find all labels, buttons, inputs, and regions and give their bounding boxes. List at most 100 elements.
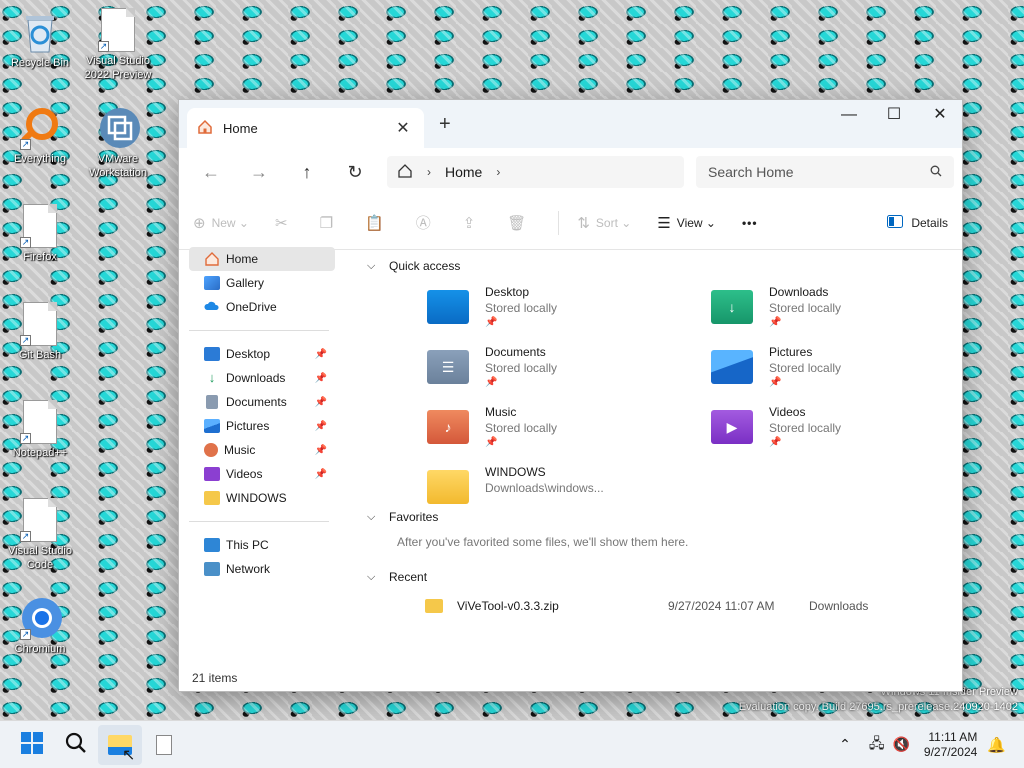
watermark-line2: Evaluation copy. Build 27695.rs_prerelea…: [738, 701, 1018, 713]
quick-access-item-documents[interactable]: ☰ Documents Stored locally 📌: [427, 344, 667, 400]
document-file-icon: ↗: [20, 302, 60, 346]
up-button[interactable]: ↑: [283, 162, 331, 183]
item-subtitle: Stored locally: [485, 361, 558, 375]
volume-muted-icon[interactable]: 🔇: [892, 736, 909, 753]
chevron-down-icon: ⌵: [367, 259, 376, 272]
new-tab-button[interactable]: +: [439, 113, 451, 136]
recent-file-row[interactable]: ViVeTool-v0.3.3.zip 9/27/2024 11:07 AM D…: [367, 593, 962, 619]
desktop-icon-label: Visual Studio 2022 Preview: [84, 55, 152, 81]
close-tab-icon[interactable]: ✕: [392, 118, 414, 138]
more-options-button[interactable]: •••: [742, 216, 758, 230]
pin-icon: 📌: [314, 420, 327, 432]
view-button[interactable]: ☰ View ⌄: [657, 214, 716, 232]
chevron-up-icon[interactable]: ⌃: [839, 736, 851, 753]
quick-access-item-pictures[interactable]: Pictures Stored locally 📌: [711, 344, 951, 400]
new-button[interactable]: ⊕ New ⌄: [193, 214, 249, 232]
maximize-button[interactable]: ☐: [871, 100, 917, 132]
document-file-icon: ↗: [98, 8, 138, 52]
chromium-icon: ↗: [20, 596, 62, 640]
breadcrumb-separator[interactable]: ›: [496, 165, 500, 179]
quick-access-item-desktop[interactable]: Desktop Stored locally 📌: [427, 284, 667, 340]
sidebar-item-gallery[interactable]: Gallery: [179, 271, 335, 295]
recent-header[interactable]: ⌵ Recent: [367, 565, 962, 589]
rename-button[interactable]: Ⓐ: [416, 212, 437, 233]
sidebar-item-network[interactable]: Network: [179, 557, 335, 581]
sidebar-item-videos[interactable]: Videos 📌: [179, 462, 335, 486]
sidebar-item-music[interactable]: Music 📌: [179, 438, 335, 462]
details-pane-button[interactable]: Details: [887, 214, 948, 231]
paste-button[interactable]: 📋: [365, 214, 390, 232]
search-input[interactable]: Search Home: [708, 164, 930, 180]
close-window-button[interactable]: ✕: [917, 100, 962, 132]
forward-button[interactable]: →: [235, 162, 283, 183]
sidebar-item-label: Documents: [226, 395, 287, 409]
content-pane: ⌵ Quick access Desktop Stored locally 📌 ↓ …: [339, 242, 962, 667]
address-bar[interactable]: › Home ›: [387, 156, 684, 188]
videos-folder-icon: ▶: [711, 410, 753, 444]
start-button[interactable]: [10, 725, 54, 765]
search-box[interactable]: Search Home: [696, 156, 954, 188]
desktop-icon-visual-studio-preview[interactable]: ↗ Visual Studio 2022 Preview: [78, 8, 158, 82]
quick-access-item-music[interactable]: ♪ Music Stored locally 📌: [427, 404, 667, 460]
command-separator: [558, 210, 560, 235]
sort-button[interactable]: ⇅ Sort ⌄: [577, 214, 631, 232]
sidebar-item-onedrive[interactable]: OneDrive: [179, 295, 335, 319]
folder-icon: [204, 491, 220, 505]
sidebar-item-label: Videos: [226, 467, 263, 481]
quick-access-grid: Desktop Stored locally 📌 ↓ Downloads Stored…: [367, 278, 962, 518]
sidebar-item-desktop[interactable]: Desktop 📌: [179, 342, 335, 366]
desktop-icon-everything[interactable]: ↗ Everything: [0, 106, 80, 166]
onedrive-cloud-icon: [204, 300, 220, 314]
document-taskbar-button[interactable]: [142, 725, 186, 765]
sidebar-item-pictures[interactable]: Pictures 📌: [179, 414, 335, 438]
sidebar-item-label: This PC: [226, 538, 269, 552]
sidebar-item-home[interactable]: Home: [189, 247, 335, 271]
home-icon: [204, 252, 220, 266]
back-button[interactable]: ←: [187, 162, 235, 183]
tab-home[interactable]: Home ✕: [187, 108, 424, 148]
sort-icon: ⇅: [577, 214, 590, 232]
quick-access-item-downloads[interactable]: ↓ Downloads Stored locally 📌: [711, 284, 951, 340]
document-file-icon: [156, 734, 172, 755]
desktop-icon-chromium[interactable]: ↗ Chromium: [0, 596, 80, 656]
delete-button[interactable]: 🗑: [507, 214, 532, 232]
sort-label: Sort: [595, 215, 618, 230]
copy-button[interactable]: ❐: [320, 214, 339, 232]
zip-folder-icon: [425, 599, 443, 613]
desktop-icon-git-bash[interactable]: ↗ Git Bash: [0, 302, 80, 362]
refresh-button[interactable]: ↻: [331, 162, 379, 183]
clock[interactable]: 11:11 AM 9/27/2024: [924, 730, 977, 760]
file-explorer-taskbar-button[interactable]: ↖: [98, 724, 142, 765]
share-button[interactable]: ⇪: [463, 214, 482, 232]
cut-button[interactable]: ✂: [275, 214, 294, 232]
desktop-icon-firefox[interactable]: ↗ Firefox: [0, 204, 80, 264]
recycle-bin-icon: [20, 10, 60, 54]
sidebar-item-label: Pictures: [226, 419, 270, 433]
search-icon: [65, 732, 87, 757]
desktop-icon-vscode[interactable]: ↗ Visual Studio Code: [0, 498, 80, 572]
desktop-icon-notepad-plus-plus[interactable]: ↗ Notepad++: [0, 400, 80, 460]
quick-access-item-windows[interactable]: WINDOWS Downloads\windows...: [427, 464, 667, 520]
search-taskbar-button[interactable]: [54, 725, 98, 765]
share-icon: ⇪: [462, 214, 476, 232]
quick-access-header[interactable]: ⌵ Quick access: [367, 254, 962, 278]
sidebar-item-downloads[interactable]: ↓ Downloads 📌: [179, 366, 335, 390]
sidebar-item-documents[interactable]: Documents 📌: [179, 390, 335, 414]
document-file-icon: ↗: [20, 204, 60, 248]
desktop-icon-recycle-bin[interactable]: Recycle Bin: [0, 10, 80, 70]
details-label: Details: [911, 215, 948, 230]
sidebar-item-this-pc[interactable]: This PC: [179, 533, 335, 557]
network-status-icon[interactable]: 🖧: [869, 733, 885, 757]
sidebar-item-windows[interactable]: WINDOWS: [179, 486, 335, 510]
notification-bell-icon[interactable]: 🔔: [987, 736, 1006, 754]
desktop-icon-vmware[interactable]: VMware Workstation: [78, 106, 158, 180]
minimize-button[interactable]: —: [826, 100, 872, 132]
section-title: Quick access: [389, 259, 461, 273]
sidebar-item-label: Desktop: [226, 347, 271, 361]
item-name: Music: [485, 405, 517, 419]
tab-bar: Home ✕ + — ☐ ✕: [179, 100, 962, 148]
quick-access-item-videos[interactable]: ▶ Videos Stored locally 📌: [711, 404, 951, 460]
file-explorer-window: Home ✕ + — ☐ ✕ ← → ↑ ↻ › Home › Search H…: [178, 99, 963, 692]
shortcut-arrow-icon: ↗: [98, 41, 109, 52]
breadcrumb-home[interactable]: Home: [445, 164, 482, 180]
